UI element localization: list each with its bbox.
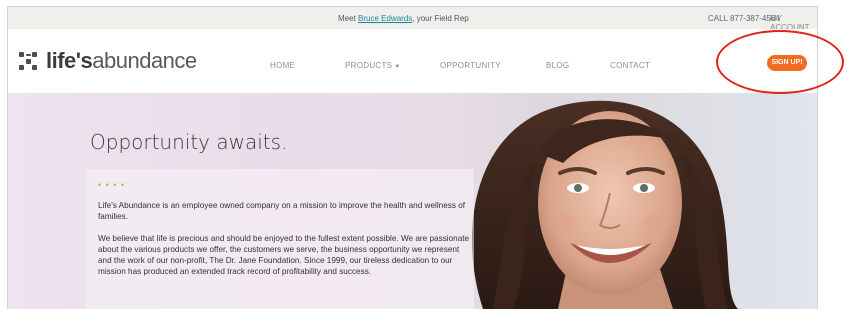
site-logo[interactable]: life'sabundance <box>19 50 197 72</box>
annotation-circle <box>716 30 844 94</box>
hero-title: Opportunity awaits. <box>90 130 288 154</box>
nav-opportunity[interactable]: OPPORTUNITY <box>440 61 501 70</box>
field-rep-link[interactable]: Bruce Edwards <box>358 14 412 23</box>
nav-blog[interactable]: BLOG <box>546 61 569 70</box>
logo-wordmark: life'sabundance <box>46 48 197 73</box>
browser-page: Meet Bruce Edwards, your Field Rep CALL … <box>7 6 818 309</box>
utility-bar: Meet Bruce Edwards, your Field Rep CALL … <box>8 7 817 32</box>
hero-text-card: • • • • Life's Abundance is an employee … <box>86 169 474 309</box>
main-navigation: life'sabundance HOME PRODUCTS ▼ OPPORTUNI… <box>8 29 817 93</box>
hero-section: Opportunity awaits. • • • • Life's Abund… <box>8 93 817 309</box>
hero-paragraph-1: Life's Abundance is an employee owned co… <box>98 201 466 221</box>
nav-products[interactable]: PRODUCTS ▼ <box>345 61 401 70</box>
field-rep-message: Meet Bruce Edwards, your Field Rep <box>338 14 469 23</box>
nav-home[interactable]: HOME <box>270 61 295 70</box>
hero-paragraph-2: We believe that life is precious and sho… <box>98 234 470 276</box>
caret-down-icon: ▼ <box>394 64 401 70</box>
logo-icon <box>19 52 37 70</box>
nav-contact[interactable]: CONTACT <box>610 61 650 70</box>
phone-number[interactable]: CALL 877-387-4564 <box>708 14 780 23</box>
decorative-dots: • • • • <box>98 180 126 190</box>
